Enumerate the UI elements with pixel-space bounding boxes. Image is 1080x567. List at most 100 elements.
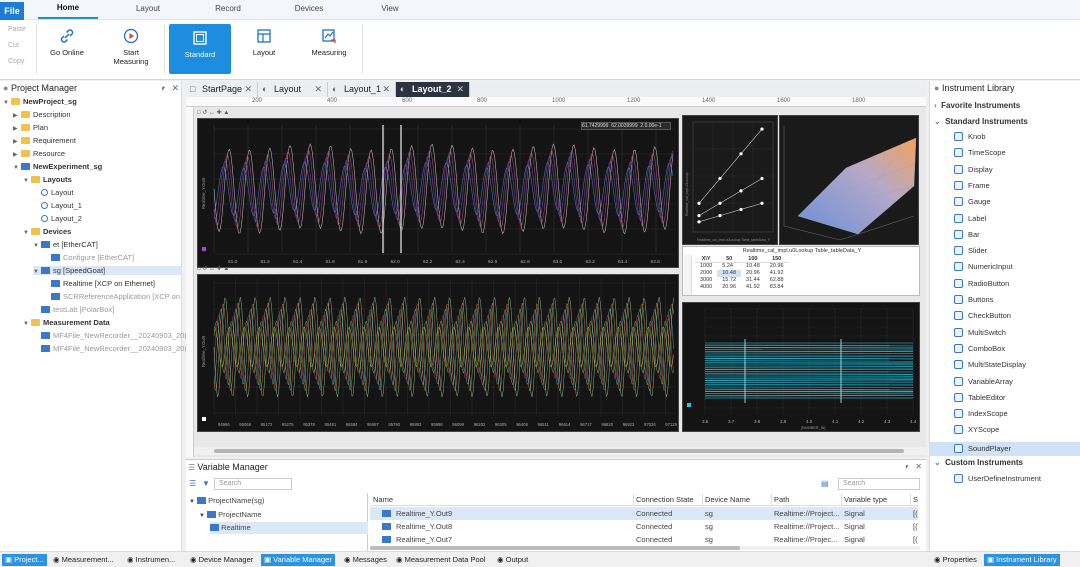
- tree-node[interactable]: ▼ ProjectName(sg): [189, 496, 264, 505]
- bottom-tab-instrument-library[interactable]: ▣ Instrument Library: [984, 554, 1060, 566]
- column-header[interactable]: S: [913, 495, 918, 504]
- table-cell[interactable]: 10.48: [717, 270, 742, 277]
- project-tree-item[interactable]: Layout_2: [33, 214, 82, 223]
- table-editor[interactable]: Realtime_cal_impl.u0Lookup Table_tableDa…: [682, 246, 920, 296]
- instrument-item-label[interactable]: Label: [954, 213, 986, 223]
- instrument-item-display[interactable]: Display: [954, 164, 993, 174]
- canvas-horizontal-scrollbar[interactable]: [194, 447, 926, 455]
- table-cell[interactable]: 10.48: [741, 263, 765, 271]
- column-divider[interactable]: [841, 494, 842, 506]
- project-tree-item[interactable]: ▶ Resource: [13, 149, 65, 158]
- tab-view[interactable]: View: [360, 4, 420, 13]
- collapse-icon[interactable]: ●: [3, 83, 8, 93]
- table-cell[interactable]: 4000: [695, 284, 717, 291]
- project-tree-item[interactable]: ▼ et [EtherCAT]: [33, 240, 98, 249]
- scope2-toolbar[interactable]: □ ↺ ↔ ✚ ▲: [197, 265, 677, 274]
- project-tree-item[interactable]: testLab [PolarBox]: [33, 305, 114, 314]
- surface-3d-view[interactable]: [779, 115, 919, 245]
- bottom-tab-properties[interactable]: ◉ Properties: [931, 554, 980, 566]
- chevron-down-icon[interactable]: ▼: [23, 321, 31, 327]
- instrument-item-multiswitch[interactable]: MultiSwitch: [954, 327, 1006, 337]
- column-header[interactable]: Connection State: [636, 495, 694, 504]
- tab-layout-2-doc[interactable]: ◐ Layout_2 ✕: [396, 82, 470, 97]
- tree-search-input[interactable]: Search: [214, 478, 292, 490]
- paste-button[interactable]: Paste: [8, 26, 26, 33]
- chevron-down-icon[interactable]: ▼: [3, 100, 11, 106]
- scrollbar-thumb[interactable]: [370, 546, 740, 550]
- index-scope[interactable]: 3.6 3.7 3.8 3.9 4.0 4.1 4.2 4.3 4.4 [NUMBER_IN]: [682, 302, 920, 432]
- scrollbar-thumb[interactable]: [214, 449, 904, 453]
- instrument-item-timescope[interactable]: TimeScope: [954, 148, 1006, 158]
- table-cell[interactable]: 41.92: [765, 270, 789, 277]
- instrument-item-bar[interactable]: Bar: [954, 229, 980, 239]
- tab-home[interactable]: Home: [38, 3, 98, 19]
- table-cell[interactable]: 83.84: [765, 284, 789, 291]
- pin-icon[interactable]: ⎖: [904, 462, 910, 472]
- chevron-right-icon[interactable]: ▶: [13, 112, 21, 119]
- project-tree-item[interactable]: Layout: [33, 188, 74, 197]
- variable-search-input[interactable]: Search: [838, 478, 920, 490]
- table-row[interactable]: Realtime_Y.Out9 Connected sg Realtime://Pro…: [370, 507, 918, 520]
- project-tree-item[interactable]: ▼ sg [SpeedGoat]: [33, 266, 182, 275]
- table-cell[interactable]: 5.24: [717, 263, 741, 271]
- add-variable-icon[interactable]: ▤: [821, 479, 829, 488]
- tab-devices[interactable]: Devices: [279, 4, 339, 13]
- measuring-button[interactable]: Measuring: [300, 26, 358, 74]
- instrument-item-knob[interactable]: Knob: [954, 132, 986, 141]
- bottom-tab-instrument[interactable]: ◉ Instrumen...: [124, 554, 178, 566]
- chevron-right-icon[interactable]: ▶: [13, 138, 21, 145]
- instrument-item-userdefine[interactable]: UserDefineInstrument: [954, 474, 1041, 483]
- table-cell[interactable]: 2000: [695, 270, 717, 277]
- table-row[interactable]: Realtime_Y.Out8 Connected sg Realtime://Pro…: [370, 520, 918, 533]
- table-cell[interactable]: 20.96: [717, 284, 741, 291]
- close-icon[interactable]: ✕: [171, 83, 179, 94]
- project-tree-item[interactable]: MF4File_NewRecorder__20240903_20(: [33, 344, 187, 353]
- chevron-down-icon[interactable]: ▼: [23, 178, 31, 184]
- close-icon[interactable]: ✕: [382, 82, 390, 97]
- project-tree-item[interactable]: ▼ Measurement Data: [23, 318, 110, 327]
- layout-button[interactable]: Layout: [235, 26, 293, 74]
- close-icon[interactable]: ✕: [244, 82, 252, 97]
- chevron-down-icon[interactable]: ▼: [33, 269, 41, 275]
- bottom-tab-measurement[interactable]: ◉ Measurement...: [50, 554, 117, 566]
- project-tree-item[interactable]: ▼ Devices: [23, 227, 71, 236]
- bottom-tab-variable-manager[interactable]: ▣ Variable Manager: [261, 554, 335, 566]
- project-tree-item[interactable]: ▼ NewExperiment_sg: [13, 162, 102, 171]
- close-icon[interactable]: ✕: [314, 82, 322, 97]
- project-tree-item[interactable]: SCRReferenceApplication [XCP on: [43, 292, 180, 301]
- tab-record[interactable]: Record: [198, 4, 258, 13]
- instrument-item-radiobutton[interactable]: RadioButton: [954, 278, 1009, 288]
- chevron-right-icon[interactable]: ▶: [13, 125, 21, 132]
- table-horizontal-scrollbar[interactable]: [370, 546, 920, 550]
- pin-icon[interactable]: ⎖: [160, 83, 167, 94]
- table-cell[interactable]: 62.88: [765, 277, 789, 284]
- chevron-down-icon[interactable]: ▼: [13, 165, 21, 171]
- column-header[interactable]: Name: [373, 495, 393, 504]
- project-tree-item[interactable]: ▼ Layouts: [23, 175, 72, 184]
- column-divider[interactable]: [910, 494, 911, 506]
- time-scope-2[interactable]: 94966 95069 95172 95275 95378 95481 95584 95687…: [197, 274, 679, 432]
- column-divider[interactable]: [702, 494, 703, 506]
- tree-node-selected[interactable]: Realtime: [210, 522, 368, 534]
- table-row[interactable]: Realtime_Y.Out7 Connected sg Realtime://Pro…: [370, 533, 918, 546]
- tab-layout-doc[interactable]: ◐ Layout ✕: [258, 82, 328, 97]
- column-header[interactable]: Path: [774, 495, 789, 504]
- chevron-down-icon[interactable]: ▼: [23, 230, 31, 236]
- instrument-item-xyscope[interactable]: XYScope: [954, 425, 999, 435]
- instrument-item-slider[interactable]: Slider: [954, 246, 987, 256]
- standard-instruments-group[interactable]: ⌄ Standard Instruments: [934, 117, 1028, 126]
- instrument-item-buttons[interactable]: Buttons: [954, 295, 993, 304]
- project-tree-item[interactable]: MF4File_NewRecorder__20240903_20(: [33, 331, 187, 340]
- favorite-instruments-group[interactable]: › Favorite Instruments: [934, 101, 1020, 110]
- table-cell[interactable]: 31.44: [741, 277, 765, 284]
- table-cell[interactable]: 41.92: [741, 284, 765, 291]
- standard-layout-button[interactable]: Standard: [169, 24, 231, 74]
- project-tree-item[interactable]: ▶ Requirement: [13, 136, 76, 145]
- cut-button[interactable]: Cut: [8, 42, 19, 49]
- instrument-item-indexscope[interactable]: IndexScope: [954, 409, 1008, 419]
- project-tree-item[interactable]: ▶ Description: [13, 110, 71, 119]
- collapse-icon[interactable]: ●: [934, 83, 939, 93]
- bottom-tab-output[interactable]: ◉ Output: [494, 554, 531, 566]
- close-icon[interactable]: ✕: [456, 82, 464, 97]
- go-online-button[interactable]: Go Online: [38, 26, 96, 74]
